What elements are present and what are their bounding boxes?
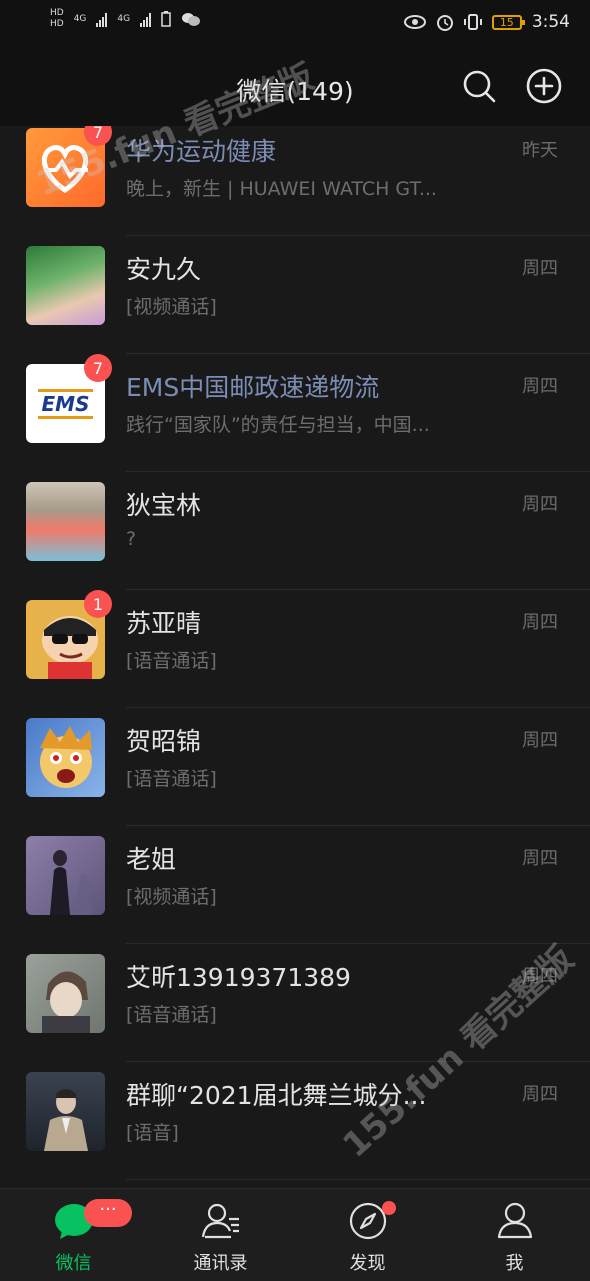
hd-indicators: HD HD — [50, 8, 64, 30]
tab-contacts[interactable]: 通讯录 — [147, 1189, 294, 1281]
search-icon[interactable] — [461, 68, 497, 104]
chat-name: 群聊“2021届北舞兰城分... — [126, 1081, 427, 1110]
chat-name: 狄宝林 — [126, 491, 202, 520]
chat-name: 艾昕13919371389 — [126, 963, 351, 992]
network-label-2: 4G — [117, 13, 131, 24]
tab-label: 微信 — [55, 1253, 92, 1274]
chat-time: 周四 — [522, 258, 558, 279]
chat-name: 华为运动健康 — [126, 137, 277, 166]
status-left: HD HD 4G 4G — [50, 8, 201, 30]
chat-item-di-baolin[interactable]: 狄宝林 ? 周四 — [0, 472, 590, 590]
chat-preview: ? — [126, 528, 137, 550]
battery-icon: 15 — [491, 14, 525, 30]
chat-preview: [语音通话] — [126, 1004, 217, 1026]
chat-preview: [语音通话] — [126, 650, 217, 672]
new-dot-badge — [382, 1201, 396, 1215]
unread-more-badge: ··· — [84, 1199, 132, 1227]
signal-icon — [96, 11, 108, 27]
avatar — [26, 954, 105, 1033]
chat-time: 昨天 — [522, 140, 558, 161]
avatar — [26, 482, 105, 561]
illustration-avatar — [42, 971, 90, 1033]
unread-badge: 7 — [84, 354, 112, 382]
add-icon[interactable] — [526, 68, 562, 104]
chat-preview: [语音] — [126, 1122, 179, 1144]
chat-item-su-yaqing[interactable]: 1 苏亚晴 [语音通话] 周四 — [0, 590, 590, 708]
hd-label-1: HD — [50, 8, 64, 18]
chat-time: 周四 — [522, 494, 558, 515]
chat-name: 老姐 — [126, 845, 177, 874]
avatar — [26, 1072, 105, 1151]
chat-time: 周四 — [522, 376, 558, 397]
ems-logo: EMS — [37, 388, 94, 419]
chat-time: 周四 — [522, 730, 558, 751]
signal-icon-2 — [140, 11, 152, 27]
chat-name: 安九久 — [126, 255, 202, 284]
avatar — [26, 246, 105, 325]
chat-item-he-zhaojin[interactable]: 贺昭锦 [语音通话] 周四 — [0, 708, 590, 826]
chat-name: 贺昭锦 — [126, 727, 202, 756]
clock: 3:54 — [531, 12, 570, 32]
cartoon-avatar — [40, 726, 92, 788]
status-right: 15 3:54 — [403, 12, 570, 32]
chat-item-laojie[interactable]: 老姐 [视频通话] 周四 — [0, 826, 590, 944]
tab-label: 我 — [505, 1253, 524, 1274]
chat-preview: 践行“国家队”的责任与担当，中国... — [126, 414, 430, 436]
avatar — [26, 718, 105, 797]
tab-discover[interactable]: 发现 — [294, 1189, 441, 1281]
vibrate-icon — [463, 14, 482, 30]
tab-chats[interactable]: ··· 微信 — [0, 1189, 147, 1281]
chat-preview: [语音通话] — [126, 768, 217, 790]
chat-time: 周四 — [522, 612, 558, 633]
chat-name: EMS中国邮政速递物流 — [126, 373, 380, 402]
chat-list[interactable]: 7 华为运动健康 晚上，新生 | HUAWEI WATCH GT... 昨天 安… — [0, 126, 590, 1188]
chat-item-ai-xin[interactable]: 艾昕13919371389 [语音通话] 周四 — [0, 944, 590, 1062]
tab-bar: ··· 微信 通讯录 发现 我 — [0, 1188, 590, 1281]
chat-item-huawei-health[interactable]: 7 华为运动健康 晚上，新生 | HUAWEI WATCH GT... 昨天 — [0, 126, 590, 236]
photo-avatar — [44, 1089, 88, 1151]
battery-small-icon — [161, 11, 171, 27]
eye-icon — [403, 15, 426, 29]
network-label-1: 4G — [73, 13, 87, 24]
photo-avatar — [50, 850, 92, 915]
chat-item-ems[interactable]: EMS 7 EMS中国邮政速递物流 践行“国家队”的责任与担当，中国... 周四 — [0, 354, 590, 472]
page-title: 微信(149) — [236, 77, 354, 106]
wechat-icon — [182, 13, 201, 26]
app-header: 微信(149) — [0, 48, 590, 126]
tab-label: 发现 — [349, 1253, 386, 1274]
status-bar: HD HD 4G 4G 15 3:54 — [0, 0, 590, 48]
chat-name: 苏亚晴 — [126, 609, 202, 638]
alarm-icon — [436, 15, 453, 31]
chat-time: 周四 — [522, 848, 558, 869]
person-icon — [497, 1202, 532, 1239]
battery-level: 15 — [499, 15, 514, 29]
tab-me[interactable]: 我 — [441, 1189, 588, 1281]
hd-label-2: HD — [50, 19, 64, 29]
chat-item-group-2021[interactable]: 群聊“2021届北舞兰城分... [语音] 周四 — [0, 1062, 590, 1180]
contacts-icon — [201, 1203, 239, 1239]
chat-time: 周四 — [522, 966, 558, 987]
tab-label: 通讯录 — [193, 1253, 248, 1274]
divider — [126, 1179, 590, 1180]
chat-item-an-jiujiu[interactable]: 安九久 [视频通话] 周四 — [0, 236, 590, 354]
chat-time: 周四 — [522, 1084, 558, 1105]
chat-preview: [视频通话] — [126, 296, 217, 318]
chat-preview: 晚上，新生 | HUAWEI WATCH GT... — [126, 178, 437, 200]
chat-preview: [视频通话] — [126, 886, 217, 908]
unread-badge: 1 — [84, 590, 112, 618]
avatar — [26, 836, 105, 915]
